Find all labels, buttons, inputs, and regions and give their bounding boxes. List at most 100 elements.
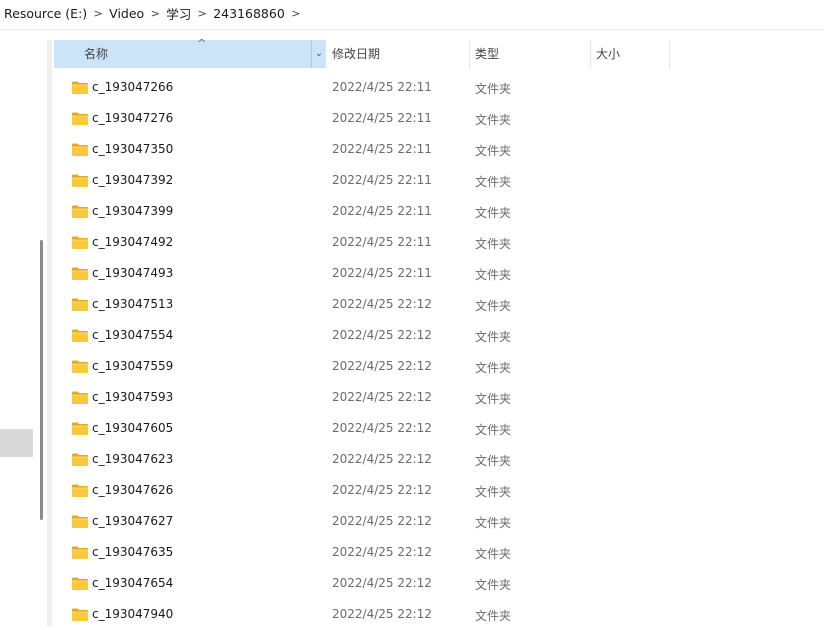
file-date-modified: 2022/4/25 22:11	[332, 142, 432, 156]
folder-icon	[72, 484, 88, 497]
folder-icon	[72, 608, 88, 621]
column-divider[interactable]	[469, 40, 470, 68]
column-header-name[interactable]: ^ 名称	[54, 37, 325, 68]
file-row[interactable]: c_193047627 2022/4/25 22:12 文件夹	[54, 506, 824, 537]
file-row[interactable]: c_193047635 2022/4/25 22:12 文件夹	[54, 537, 824, 568]
breadcrumb-item-video[interactable]: Video	[109, 6, 144, 21]
file-row[interactable]: c_193047623 2022/4/25 22:12 文件夹	[54, 444, 824, 475]
file-type: 文件夹	[475, 175, 512, 189]
file-name: c_193047593	[92, 390, 174, 404]
file-date-modified: 2022/4/25 22:11	[332, 204, 432, 218]
file-name: c_193047493	[92, 266, 174, 280]
file-date-modified: 2022/4/25 22:11	[332, 173, 432, 187]
file-row[interactable]: c_193047492 2022/4/25 22:11 文件夹	[54, 227, 824, 258]
file-row[interactable]: c_193047266 2022/4/25 22:11 文件夹	[54, 72, 824, 103]
file-date-modified: 2022/4/25 22:12	[332, 421, 432, 435]
folder-icon	[72, 422, 88, 435]
file-type: 文件夹	[475, 392, 512, 406]
folder-icon	[72, 143, 88, 156]
folder-icon	[72, 360, 88, 373]
file-type: 文件夹	[475, 516, 512, 530]
file-name: c_193047513	[92, 297, 174, 311]
file-type: 文件夹	[475, 206, 512, 220]
file-date-modified: 2022/4/25 22:12	[332, 514, 432, 528]
file-type: 文件夹	[475, 609, 512, 623]
file-name: c_193047940	[92, 607, 174, 621]
column-divider[interactable]	[325, 40, 326, 68]
file-date-modified: 2022/4/25 22:11	[332, 80, 432, 94]
folder-icon	[72, 81, 88, 94]
column-header-date[interactable]: 修改日期	[332, 40, 469, 68]
breadcrumb-item-current[interactable]: 243168860	[213, 6, 285, 21]
folder-icon	[72, 577, 88, 590]
file-row[interactable]: c_193047399 2022/4/25 22:11 文件夹	[54, 196, 824, 227]
file-row[interactable]: c_193047350 2022/4/25 22:11 文件夹	[54, 134, 824, 165]
sort-up-icon: ^	[197, 37, 207, 50]
file-row[interactable]: c_193047559 2022/4/25 22:12 文件夹	[54, 351, 824, 382]
folder-icon	[72, 391, 88, 404]
folder-icon	[72, 236, 88, 249]
breadcrumb-item-drive[interactable]: Resource (E:)	[0, 6, 87, 21]
file-type: 文件夹	[475, 268, 512, 282]
breadcrumb-item-study[interactable]: 学习	[166, 4, 191, 23]
file-date-modified: 2022/4/25 22:12	[332, 297, 432, 311]
file-name: c_193047559	[92, 359, 174, 373]
file-name: c_193047392	[92, 173, 174, 187]
chevron-down-icon[interactable]: ⌄	[311, 40, 326, 68]
file-date-modified: 2022/4/25 22:11	[332, 266, 432, 280]
file-date-modified: 2022/4/25 22:11	[332, 235, 432, 249]
column-divider[interactable]	[669, 40, 670, 68]
file-row[interactable]: c_193047626 2022/4/25 22:12 文件夹	[54, 475, 824, 506]
file-row[interactable]: c_193047940 2022/4/25 22:12 文件夹	[54, 599, 824, 630]
folder-icon	[72, 298, 88, 311]
file-type: 文件夹	[475, 144, 512, 158]
nav-scrollbar-thumb[interactable]	[40, 240, 43, 520]
file-type: 文件夹	[475, 82, 512, 96]
file-name: c_193047399	[92, 204, 174, 218]
file-type: 文件夹	[475, 113, 512, 127]
file-row[interactable]: c_193047593 2022/4/25 22:12 文件夹	[54, 382, 824, 413]
file-row[interactable]: c_193047605 2022/4/25 22:12 文件夹	[54, 413, 824, 444]
file-name: c_193047627	[92, 514, 174, 528]
file-date-modified: 2022/4/25 22:12	[332, 359, 432, 373]
navigation-pane[interactable]	[0, 30, 36, 626]
file-name: c_193047350	[92, 142, 174, 156]
breadcrumb: Resource (E:) > Video > 学习 > 243168860 >	[0, 0, 824, 26]
folder-icon	[72, 546, 88, 559]
chevron-right-icon[interactable]: >	[285, 7, 307, 20]
file-type: 文件夹	[475, 361, 512, 375]
file-row[interactable]: c_193047513 2022/4/25 22:12 文件夹	[54, 289, 824, 320]
file-name: c_193047266	[92, 80, 174, 94]
column-header-name-label: 名称	[84, 47, 109, 61]
column-header-type[interactable]: 类型	[475, 40, 590, 68]
folder-icon	[72, 112, 88, 125]
file-name: c_193047554	[92, 328, 174, 342]
file-date-modified: 2022/4/25 22:12	[332, 452, 432, 466]
file-row[interactable]: c_193047654 2022/4/25 22:12 文件夹	[54, 568, 824, 599]
chevron-right-icon[interactable]: >	[144, 7, 166, 20]
chevron-right-icon[interactable]: >	[87, 7, 109, 20]
file-date-modified: 2022/4/25 22:12	[332, 390, 432, 404]
file-date-modified: 2022/4/25 22:12	[332, 607, 432, 621]
file-type: 文件夹	[475, 237, 512, 251]
column-header-size[interactable]: 大小	[596, 40, 670, 68]
file-date-modified: 2022/4/25 22:12	[332, 576, 432, 590]
column-divider[interactable]	[590, 40, 591, 68]
nav-selected-item[interactable]	[0, 429, 33, 457]
folder-icon	[72, 267, 88, 280]
file-row[interactable]: c_193047276 2022/4/25 22:11 文件夹	[54, 103, 824, 134]
file-type: 文件夹	[475, 330, 512, 344]
folder-icon	[72, 174, 88, 187]
chevron-right-icon[interactable]: >	[191, 7, 213, 20]
file-type: 文件夹	[475, 299, 512, 313]
file-row[interactable]: c_193047392 2022/4/25 22:11 文件夹	[54, 165, 824, 196]
file-row[interactable]: c_193047554 2022/4/25 22:12 文件夹	[54, 320, 824, 351]
file-type: 文件夹	[475, 454, 512, 468]
folder-icon	[72, 453, 88, 466]
pane-splitter[interactable]	[47, 40, 52, 626]
file-name: c_193047276	[92, 111, 174, 125]
file-type: 文件夹	[475, 485, 512, 499]
file-row[interactable]: c_193047493 2022/4/25 22:11 文件夹	[54, 258, 824, 289]
file-date-modified: 2022/4/25 22:12	[332, 483, 432, 497]
file-type: 文件夹	[475, 423, 512, 437]
